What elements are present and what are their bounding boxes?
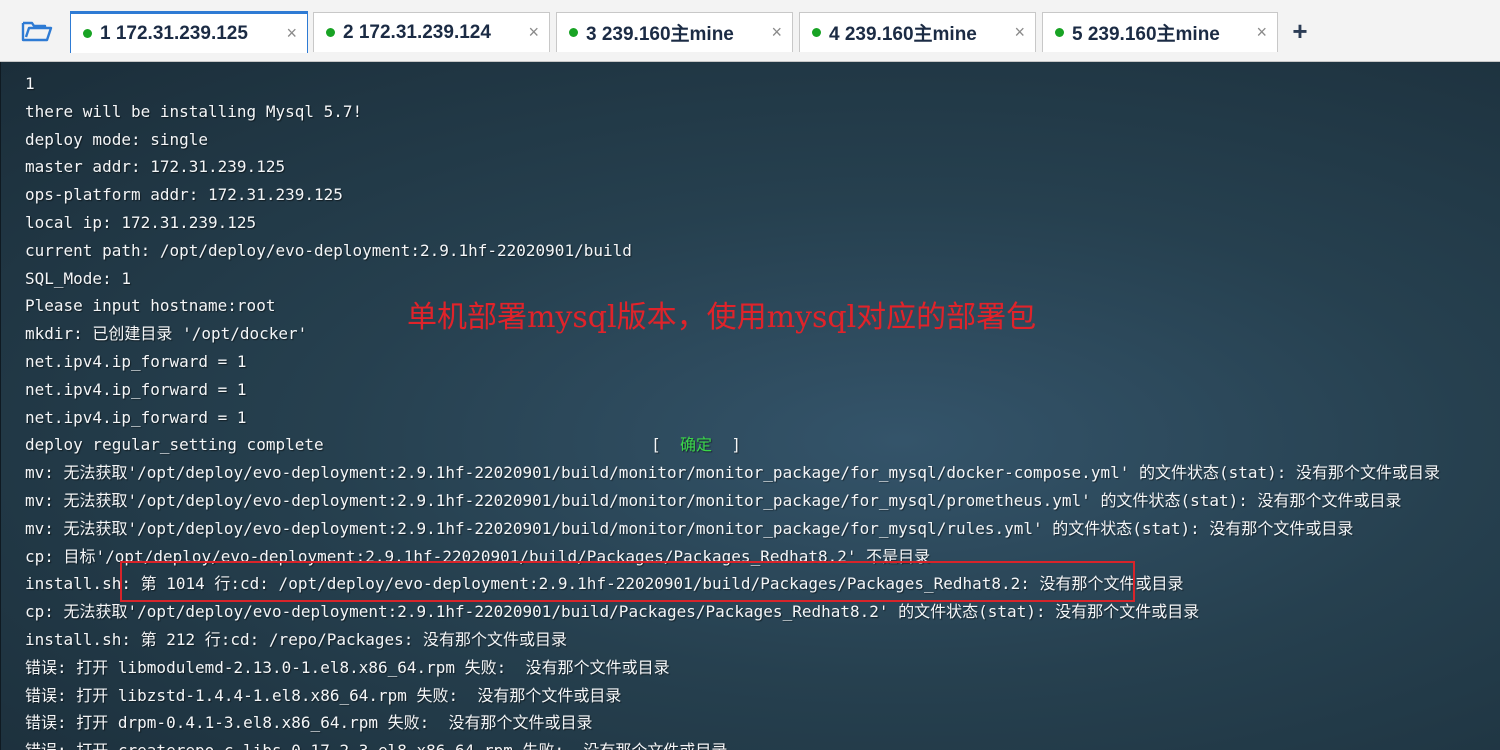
- annotation-note: 单机部署mysql版本，使用mysql对应的部署包: [407, 300, 1037, 335]
- connected-dot-icon: [326, 28, 335, 37]
- tab-label: 3 239.160主mine: [586, 24, 734, 45]
- terminal-line: mv: 无法获取'/opt/deploy/evo-deployment:2.9.…: [25, 490, 1402, 510]
- terminal-line: deploy mode: single: [25, 129, 209, 149]
- terminal-line: net.ipv4.ip_forward = 1: [25, 407, 247, 427]
- tab-label: 1 172.31.239.125: [100, 22, 248, 44]
- terminal-lines: 1 there will be installing Mysql 5.7! de…: [25, 70, 1440, 750]
- connected-dot-icon: [569, 28, 578, 37]
- terminal-line: SQL_Mode: 1: [25, 268, 131, 288]
- tab-label: 5 239.160主mine: [1072, 24, 1220, 45]
- close-icon[interactable]: ×: [1002, 22, 1025, 43]
- terminal-line: current path: /opt/deploy/evo-deployment…: [25, 240, 632, 260]
- status-padding: [: [323, 435, 681, 455]
- tab-label: 2 172.31.239.124: [343, 21, 491, 43]
- folder-open-icon[interactable]: [20, 18, 54, 44]
- terminal-line: 错误: 打开 libmodulemd-2.13.0-1.el8.x86_64.r…: [25, 657, 670, 677]
- terminal-line: 错误: 打开 libzstd-1.4.4-1.el8.x86_64.rpm 失败…: [25, 685, 622, 705]
- terminal-line: install.sh: 第 212 行:cd: /repo/Packages: …: [25, 629, 568, 649]
- terminal-line: net.ipv4.ip_forward = 1: [25, 351, 247, 371]
- terminal-line: mv: 无法获取'/opt/deploy/evo-deployment:2.9.…: [25, 518, 1354, 538]
- close-icon[interactable]: ×: [1244, 22, 1267, 43]
- terminal-line: there will be installing Mysql 5.7!: [25, 101, 363, 121]
- status-message: deploy regular_setting complete: [25, 435, 324, 455]
- tab-session-5[interactable]: 5 239.160主mine ×: [1042, 12, 1278, 52]
- connected-dot-icon: [1055, 28, 1064, 37]
- tab-bar: 1 172.31.239.125 × 2 172.31.239.124 × 3 …: [0, 0, 1500, 62]
- terminal-line: local ip: 172.31.239.125: [25, 212, 257, 232]
- error-highlight-box: [120, 561, 1135, 602]
- status-ok-badge: 确定: [680, 435, 713, 455]
- tab-session-3[interactable]: 3 239.160主mine ×: [556, 12, 793, 52]
- terminal-line: ops-platform addr: 172.31.239.125: [25, 185, 343, 205]
- terminal-output[interactable]: 1 there will be installing Mysql 5.7! de…: [0, 62, 1500, 750]
- terminal-line: net.ipv4.ip_forward = 1: [25, 379, 247, 399]
- connected-dot-icon: [83, 29, 92, 38]
- status-bracket: ]: [712, 435, 741, 455]
- terminal-line: 错误: 打开 drpm-0.4.1-3.el8.x86_64.rpm 失败: 没…: [25, 713, 593, 733]
- terminal-line-status: deploy regular_setting complete [ 确定 ]: [25, 431, 1440, 459]
- terminal-line: 1: [25, 74, 35, 93]
- tab-label: 4 239.160主mine: [829, 24, 977, 45]
- tab-session-2[interactable]: 2 172.31.239.124 ×: [313, 12, 550, 52]
- terminal-line: 错误: 打开 createrepo_c-libs-0.17.2-3.el8.x8…: [25, 737, 1440, 750]
- terminal-line: master addr: 172.31.239.125: [25, 157, 286, 177]
- close-icon[interactable]: ×: [759, 22, 782, 43]
- terminal-line: mv: 无法获取'/opt/deploy/evo-deployment:2.9.…: [25, 463, 1441, 483]
- close-icon[interactable]: ×: [516, 22, 539, 43]
- close-icon[interactable]: ×: [274, 23, 297, 44]
- tab-session-4[interactable]: 4 239.160主mine ×: [799, 12, 1036, 52]
- tab-session-1[interactable]: 1 172.31.239.125 ×: [70, 11, 308, 53]
- add-tab-button[interactable]: +: [1286, 16, 1314, 46]
- connected-dot-icon: [812, 28, 821, 37]
- terminal-line: cp: 无法获取'/opt/deploy/evo-deployment:2.9.…: [25, 602, 1200, 622]
